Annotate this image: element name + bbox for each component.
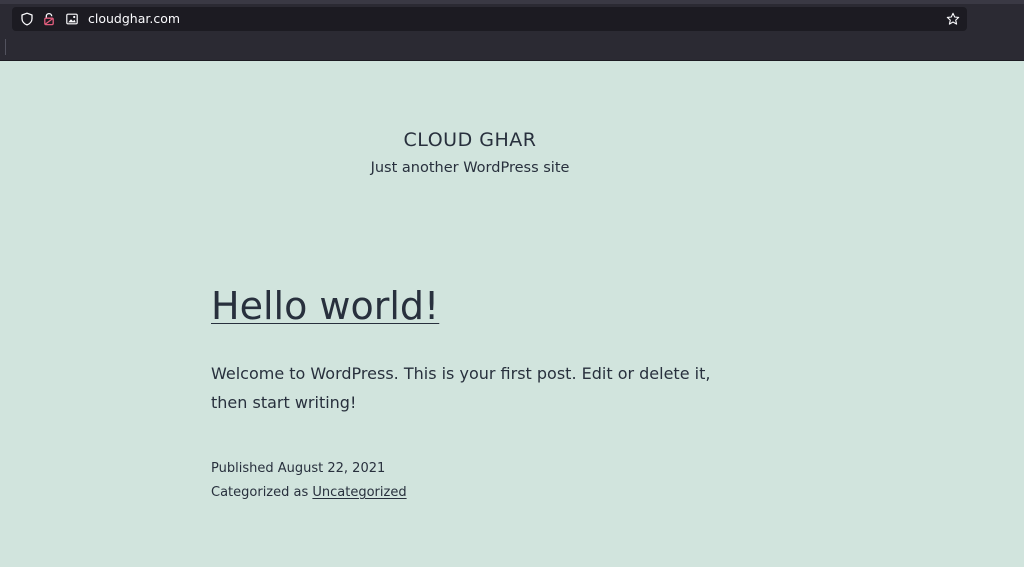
site-description: Just another WordPress site: [370, 160, 570, 176]
tab-strip: [0, 0, 1024, 4]
lock-icon[interactable]: [42, 12, 56, 26]
address-bar[interactable]: cloudghar.com: [12, 7, 967, 31]
post-title-link[interactable]: Hello world!: [211, 283, 439, 329]
category-prefix: Categorized as: [211, 485, 309, 500]
published-date: August 22, 2021: [277, 461, 386, 476]
image-icon[interactable]: [65, 12, 79, 26]
browser-chrome: cloudghar.com: [0, 0, 1024, 61]
bookmarks-toolbar: [0, 33, 1024, 60]
post-category-meta: Categorized as Uncategorized: [211, 484, 407, 502]
site-title[interactable]: CLOUD GHAR: [0, 128, 940, 152]
url-text[interactable]: cloudghar.com: [88, 11, 180, 27]
shield-icon[interactable]: [20, 12, 34, 26]
post-body: Welcome to WordPress. This is your first…: [211, 364, 711, 412]
post-published-meta: Published August 22, 2021: [211, 460, 385, 478]
bookmark-star-icon[interactable]: [946, 12, 960, 26]
category-link[interactable]: Uncategorized: [312, 485, 406, 500]
toolbar-separator: [5, 39, 6, 55]
published-prefix: Published: [211, 461, 274, 476]
